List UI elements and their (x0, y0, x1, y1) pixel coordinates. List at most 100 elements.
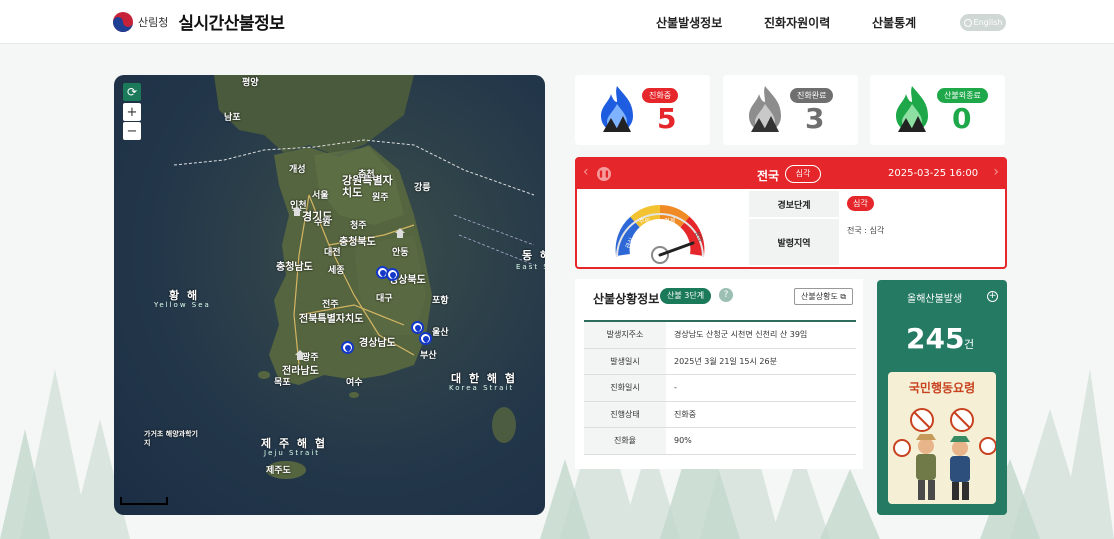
table-row: 발생일시 2025년 3월 21일 15시 26분 (584, 348, 856, 375)
table-row: 진화율 90% (584, 428, 856, 455)
house-marker-icon[interactable] (394, 227, 406, 239)
status-badge: 진화중 (642, 88, 679, 103)
row-key: 진화일시 (584, 375, 666, 401)
site-title: 실시간산불정보 (178, 14, 285, 34)
table-row: 진행상태 진화중 (584, 401, 856, 428)
row-key: 발생지주소 (584, 322, 666, 348)
help-icon[interactable]: ? (719, 288, 733, 302)
sea-label-jeju-strait-en: Jeju Strait (264, 449, 321, 457)
hikers-illustration (893, 408, 996, 500)
fire-marker[interactable] (419, 332, 432, 345)
nav-fire-occurrence[interactable]: 산불발생정보 (656, 14, 722, 31)
blue-fire-icon (601, 86, 633, 132)
status-count: 0 (952, 102, 972, 135)
map-label: 목포 (274, 378, 291, 388)
map-label: 울산 (432, 328, 449, 338)
situation-title: 산불상황정보 (593, 292, 660, 306)
language-button[interactable]: English (960, 14, 1006, 31)
guide-title: 국민행동요령 (908, 381, 976, 395)
table-row: 발생지주소 경상남도 산청군 시천면 신천리 산 39임 (584, 322, 856, 349)
fire-alert-panel: ‹ ❚❚ 전국 심각 2025-03-25 16:00 › 관심 주의 경계 심… (575, 157, 1007, 269)
house-marker-icon[interactable] (294, 349, 306, 361)
map-label: 제주도 (266, 466, 291, 476)
fire-situation-panel: 산불상황정보 산불 3단계 ? 산불상황도 ⧉ 발생지주소 경상남도 산청군 시… (575, 279, 863, 469)
gauge-level-label: 주의 (639, 217, 650, 225)
map-label: 전주 (322, 300, 339, 310)
year-unit: 건 (964, 338, 975, 351)
status-card-extinguished[interactable]: 진화완료 3 (723, 75, 858, 145)
map-zoom-out-button[interactable]: − (123, 122, 141, 140)
house-marker-icon[interactable] (291, 205, 303, 217)
alert-value: 전국 : 심각 (847, 226, 885, 235)
plus-icon[interactable]: + (987, 291, 998, 302)
alert-time: 2025-03-25 16:00 (888, 168, 979, 179)
green-fire-icon (896, 86, 928, 132)
map-label: 평양 (242, 78, 259, 88)
row-key: 발생일시 (584, 348, 666, 374)
severity-badge: 심각 (847, 196, 874, 211)
status-count: 3 (805, 102, 825, 135)
map-refresh-button[interactable]: ⟳ (123, 83, 141, 101)
chevron-left-icon[interactable]: ‹ (583, 164, 589, 180)
sea-label-east-en: East S (516, 263, 545, 271)
alert-header: ‹ ❚❚ 전국 심각 2025-03-25 16:00 › (577, 159, 1005, 189)
status-badge: 산불외종료 (937, 88, 988, 103)
taegeuk-emblem-icon (113, 11, 133, 32)
map-label: 남포 (224, 113, 241, 123)
map-label: 서울 (312, 191, 329, 201)
map-label: 대구 (376, 294, 393, 304)
window-icon: ⧉ (840, 292, 847, 301)
row-value: 90% (674, 436, 692, 446)
map-label: 대전 (324, 248, 341, 258)
gray-fire-icon (749, 86, 781, 132)
row-value: 2025년 3월 21일 15시 26분 (674, 356, 777, 366)
row-key: 진화율 (584, 428, 666, 454)
status-card-other-end[interactable]: 산불외종료 0 (870, 75, 1005, 145)
site-logo[interactable]: 산림청 실시간산불정보 (112, 9, 285, 34)
sea-label-korea-strait-en: Korea Strait (449, 384, 515, 392)
row-value: 진화중 (674, 409, 697, 419)
map-label: 원주 (372, 193, 389, 203)
map-label: 가거초 해양과학기지 (144, 430, 198, 447)
yearly-fire-panel: 올해산불발생 + 245 건 국민행동요령 (877, 280, 1007, 515)
map-label: 부산 (420, 351, 437, 361)
stage-badge: 산불 3단계 (660, 288, 712, 304)
pause-icon[interactable]: ❚❚ (597, 167, 611, 181)
map-label: 강릉 (414, 183, 431, 193)
map-label: 충청남도 (276, 262, 313, 273)
top-header: 산림청 실시간산불정보 산불발생정보 진화자원이력 산불통계 English (0, 0, 1114, 44)
map-scale-bar (120, 497, 168, 505)
nav-resource-history[interactable]: 진화자원이력 (764, 14, 830, 31)
alert-row-area: 발령지역 전국 : 심각 (749, 219, 1007, 265)
gauge-level-label: 경계 (664, 217, 675, 225)
fire-marker[interactable] (341, 341, 354, 354)
org-name: 산림청 (138, 15, 169, 29)
row-value: - (674, 383, 677, 393)
map-label: 포항 (432, 296, 449, 306)
status-badge: 진화완료 (790, 88, 834, 103)
year-count: 245 (906, 322, 965, 355)
language-label: English (973, 18, 1003, 27)
situation-map-button[interactable]: 산불상황도 ⧉ (794, 288, 854, 305)
status-card-in-progress[interactable]: 진화중 5 (575, 75, 710, 145)
alert-key: 경보단계 (749, 191, 839, 217)
fire-map[interactable]: ⟳ + − 평양 남포 개성 서울 경기도 강원특별자치도 충청북도 충청남도 … (114, 75, 545, 515)
situation-map-label: 산불상황도 (801, 292, 838, 301)
row-value: 경상남도 산청군 시천면 신천리 산 39임 (674, 330, 808, 340)
map-zoom-in-button[interactable]: + (123, 103, 141, 121)
chevron-right-icon[interactable]: › (993, 164, 999, 180)
status-count: 5 (657, 102, 677, 135)
globe-icon (963, 18, 972, 27)
map-label: 충청북도 (339, 237, 376, 248)
map-label: 청주 (350, 221, 367, 231)
nav-fire-statistics[interactable]: 산불통계 (872, 14, 916, 31)
map-label: 세종 (328, 266, 345, 276)
alert-gauge: 관심 주의 경계 심각 (615, 205, 705, 264)
sea-label-east: 동 해 (522, 249, 545, 262)
fire-marker[interactable] (386, 268, 399, 281)
alert-info-table: 경보단계 심각 발령지역 전국 : 심각 (749, 189, 1007, 267)
action-guide-card[interactable]: 국민행동요령 (888, 372, 996, 504)
alert-row-level: 경보단계 심각 (749, 191, 1007, 217)
map-label: 개성 (289, 165, 306, 175)
situation-table: 발생지주소 경상남도 산청군 시천면 신천리 산 39임 발생일시 2025년 … (584, 320, 856, 455)
